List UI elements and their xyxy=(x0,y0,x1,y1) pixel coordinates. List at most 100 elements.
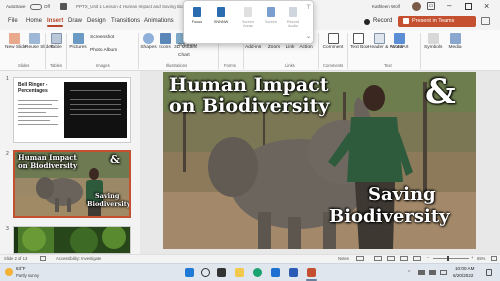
clock-date[interactable]: 6/20/2022 xyxy=(453,273,473,278)
popup-focus-button[interactable]: Focus xyxy=(188,7,206,24)
file-explorer-icon[interactable] xyxy=(235,268,244,277)
weather-icon[interactable] xyxy=(5,268,13,276)
screenshot-button[interactable]: Screenshot xyxy=(90,35,114,40)
wordart-button[interactable]: WordArt xyxy=(391,33,409,50)
tray-chevron-icon[interactable]: ⌃ xyxy=(407,270,411,276)
popup-screen-button[interactable]: Screen xyxy=(262,7,280,24)
slide-count: Slide 2 of 13 xyxy=(4,256,28,261)
weather-temp[interactable]: 63°F xyxy=(16,266,26,271)
zoom-in-icon[interactable]: + xyxy=(471,255,473,260)
search-icon[interactable] xyxy=(201,268,210,277)
media-button[interactable]: Media xyxy=(447,33,463,50)
spellcheck-icon[interactable] xyxy=(40,256,46,261)
thumbnail-title: Bell Ringer - Percentages xyxy=(18,82,48,94)
media-icon xyxy=(449,33,461,44)
zoom-level[interactable]: 65% xyxy=(477,256,485,261)
icons-button[interactable]: Icons xyxy=(158,33,172,50)
tab-transitions[interactable]: Transitions xyxy=(111,18,140,24)
close-icon[interactable]: × xyxy=(484,1,489,11)
new-slide-icon xyxy=(8,33,20,44)
share-icon[interactable] xyxy=(481,17,490,25)
popup-pin-icon[interactable]: ⊤ xyxy=(306,4,311,11)
normal-view-icon[interactable] xyxy=(374,256,382,261)
shapes-label: Shapes xyxy=(140,45,157,50)
current-slide[interactable]: Human Impact on Biodiversity & Saving Bi… xyxy=(163,72,476,249)
volume-icon[interactable] xyxy=(429,270,436,275)
outlook-icon[interactable] xyxy=(271,268,280,277)
word-icon[interactable] xyxy=(289,268,298,277)
autosave-toggle[interactable] xyxy=(30,4,42,10)
start-icon[interactable] xyxy=(185,268,194,277)
slide-subtitle-line1[interactable]: Saving xyxy=(368,184,436,205)
zoom-out-icon[interactable]: − xyxy=(427,255,429,260)
stop-icon xyxy=(217,7,225,17)
slide-ampersand[interactable]: & xyxy=(425,72,456,112)
zoom-slider-thumb[interactable] xyxy=(447,256,449,261)
tab-home[interactable]: Home xyxy=(26,18,42,24)
reuse-slides-button[interactable]: Reuse Slides xyxy=(25,33,53,50)
display-settings-icon[interactable] xyxy=(356,256,364,261)
thumbnail-title-line2: on Biodiversity xyxy=(18,161,78,170)
edge-icon[interactable] xyxy=(253,268,262,277)
minimize-icon[interactable]: – xyxy=(447,1,451,10)
slide-title-line1[interactable]: Human Impact xyxy=(169,74,329,96)
maximize-icon[interactable] xyxy=(465,3,472,10)
tab-draw[interactable]: Draw xyxy=(68,18,82,24)
thumbnail-text-lines xyxy=(18,97,58,139)
table-button[interactable]: Table xyxy=(47,33,65,50)
comment-button[interactable]: Comment xyxy=(321,33,345,50)
popup-snnnw-button[interactable]: SNNNW xyxy=(212,7,230,24)
tab-insert[interactable]: Insert xyxy=(47,18,64,27)
group-images: Images xyxy=(96,63,110,68)
task-view-icon[interactable] xyxy=(217,268,226,277)
thumbnail-number: 2 xyxy=(6,151,9,157)
slide-thumbnail-2-selected[interactable]: Human Impact on Biodiversity & Saving Bi… xyxy=(13,150,131,218)
slide-subtitle-line2[interactable]: Biodiversity xyxy=(329,206,450,227)
omega-icon xyxy=(427,33,439,44)
accessibility-status[interactable]: Accessibility: Investigate xyxy=(56,256,101,261)
zoom-slider[interactable] xyxy=(433,258,469,259)
photo-album-label: Photo Album xyxy=(90,48,118,53)
slide-thumbnail-3[interactable] xyxy=(13,226,131,254)
chart-button[interactable]: Chart xyxy=(178,53,190,58)
notifications-icon[interactable] xyxy=(486,269,492,276)
ribbon-separator xyxy=(420,33,421,69)
tab-animations[interactable]: Animations xyxy=(144,18,174,24)
reading-view-icon[interactable] xyxy=(400,256,408,261)
photo-album-button[interactable]: Photo Album xyxy=(90,48,117,53)
slide-sorter-icon[interactable] xyxy=(387,256,395,261)
symbols-button[interactable]: Symbols xyxy=(424,33,442,50)
tab-design[interactable]: Design xyxy=(87,18,106,24)
popup-screen-areas-button[interactable]: Screen Areas xyxy=(239,7,257,28)
new-slide-button[interactable]: New Slide xyxy=(5,33,27,50)
avatar[interactable] xyxy=(412,2,421,11)
tab-file[interactable]: File xyxy=(8,18,18,24)
present-in-teams-label: Present in Teams xyxy=(412,18,455,24)
slide-thumbnail-1[interactable]: Bell Ringer - Percentages xyxy=(13,77,131,143)
pictures-button[interactable]: Pictures xyxy=(68,33,88,50)
text-box-button[interactable]: Text Box xyxy=(350,33,368,50)
popup-screen-label: Screen xyxy=(264,20,278,24)
document-title: PPTX_Unit 1 Lesson 4 Human Impact and Sa… xyxy=(76,4,201,9)
fit-slide-icon[interactable] xyxy=(491,256,497,261)
notes-button[interactable]: Notes xyxy=(338,256,349,261)
clock-time[interactable]: 10:00 AM xyxy=(455,266,474,271)
weather-status[interactable]: Partly sunny xyxy=(16,273,39,278)
addins-label: Add-ins xyxy=(245,45,262,50)
popup-collapse-icon[interactable]: ⌄ xyxy=(306,33,311,40)
ribbon-separator xyxy=(318,33,319,69)
ribbon-display-icon[interactable]: ▭ xyxy=(427,2,435,10)
battery-icon[interactable] xyxy=(440,270,447,275)
wordart-icon xyxy=(393,33,405,44)
slideshow-icon[interactable] xyxy=(413,256,421,261)
network-icon[interactable] xyxy=(418,270,425,275)
powerpoint-icon[interactable] xyxy=(307,268,316,277)
slide-title-line2[interactable]: on Biodiversity xyxy=(169,95,329,117)
popup-record-audio-button[interactable]: Record Audio xyxy=(284,7,302,28)
shapes-button[interactable]: Shapes xyxy=(140,33,157,50)
save-icon[interactable] xyxy=(60,3,67,10)
autosave-label: AutoSave xyxy=(6,4,26,9)
header-footer-button[interactable]: Header & Footer xyxy=(368,33,403,50)
record-button[interactable]: Record xyxy=(373,18,392,24)
symbols-label: Symbols xyxy=(424,45,443,50)
